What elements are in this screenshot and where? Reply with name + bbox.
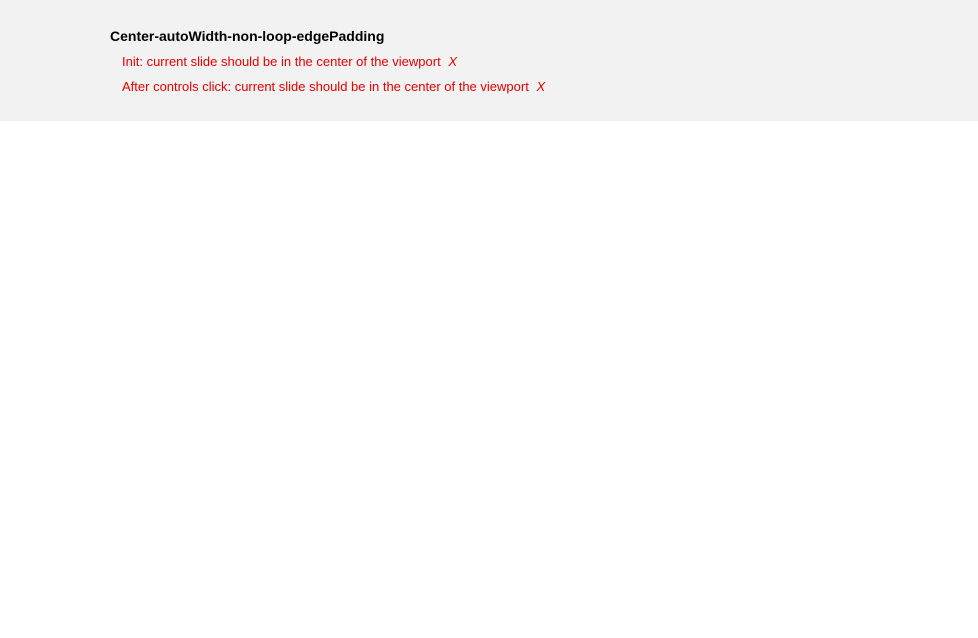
fail-mark-icon: X bbox=[448, 54, 457, 69]
test-item: After controls click: current slide shou… bbox=[110, 78, 868, 96]
test-text: Init: current slide should be in the cen… bbox=[122, 54, 441, 69]
test-list: Init: current slide should be in the cen… bbox=[110, 53, 868, 96]
test-report-section: Center-autoWidth-non-loop-edgePadding In… bbox=[0, 0, 978, 121]
fail-mark-icon: X bbox=[536, 79, 545, 94]
test-text: After controls click: current slide shou… bbox=[122, 79, 529, 94]
section-title: Center-autoWidth-non-loop-edgePadding bbox=[110, 28, 868, 44]
test-item: Init: current slide should be in the cen… bbox=[110, 53, 868, 71]
